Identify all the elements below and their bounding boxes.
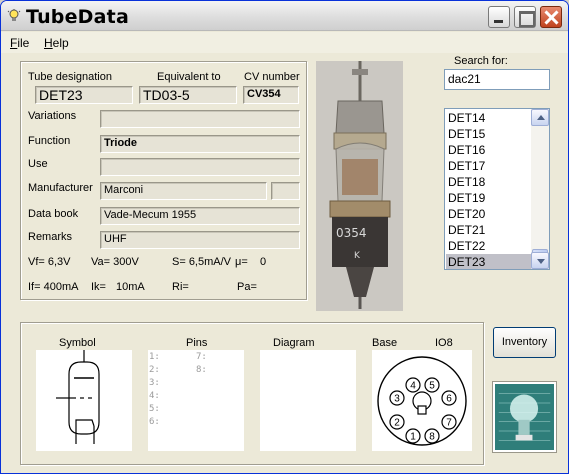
spec-pa: Pa= bbox=[237, 281, 257, 293]
lightbulb-icon bbox=[7, 9, 21, 21]
cv-number-field[interactable]: CV354 bbox=[243, 86, 299, 104]
spec-va: Va= 300V bbox=[91, 256, 139, 268]
variations-label: Variations bbox=[28, 110, 77, 122]
pin-label: 6: bbox=[149, 417, 160, 427]
spec-ik-value: 10mA bbox=[116, 281, 145, 293]
use-field[interactable] bbox=[100, 158, 300, 176]
symbol-label: Symbol bbox=[59, 337, 96, 349]
diagram-panel bbox=[260, 350, 356, 451]
list-item[interactable]: DET17 bbox=[446, 158, 532, 174]
tubedata-window: TubeData File Help Tube designation Equi… bbox=[0, 0, 569, 474]
base-label: Base bbox=[372, 337, 398, 349]
menu-bar: File Help bbox=[1, 32, 568, 53]
menu-help[interactable]: Help bbox=[44, 36, 69, 50]
diagram-label: Diagram bbox=[273, 337, 315, 349]
remarks-field[interactable]: UHF bbox=[100, 231, 300, 249]
menu-file[interactable]: File bbox=[10, 36, 29, 50]
minimize-button[interactable] bbox=[488, 6, 510, 28]
list-item[interactable]: DET15 bbox=[446, 126, 532, 142]
variations-field[interactable] bbox=[100, 110, 300, 128]
scroll-up-arrow-icon bbox=[537, 115, 545, 120]
scroll-up-button[interactable] bbox=[531, 109, 549, 126]
function-label: Function bbox=[28, 135, 71, 147]
close-button[interactable] bbox=[540, 6, 562, 28]
title-bar[interactable]: TubeData bbox=[1, 1, 568, 31]
list-item[interactable]: DET19 bbox=[446, 190, 532, 206]
databook-label: Data book bbox=[28, 208, 79, 220]
tube-designation-field[interactable]: DET23 bbox=[35, 86, 133, 104]
base-pin-number: 5 bbox=[429, 381, 435, 392]
list-item[interactable]: DET22 bbox=[446, 238, 532, 254]
pin-label: 1: bbox=[149, 352, 160, 362]
lower-group: Symbol Pins Diagram Base IO8 1: 2: 3: 4: 5: 6… bbox=[20, 322, 484, 465]
base-type-label: IO8 bbox=[435, 337, 453, 349]
list-item[interactable]: DET21 bbox=[446, 222, 532, 238]
inventory-button[interactable]: Inventory bbox=[493, 327, 556, 358]
base-pin-number: 2 bbox=[394, 418, 400, 429]
spec-s: S= 6,5mA/V bbox=[172, 256, 232, 268]
tube-photo-marking: 0354 bbox=[336, 226, 367, 240]
equivalent-field[interactable]: TD03-5 bbox=[139, 86, 237, 104]
app-logo bbox=[493, 382, 556, 452]
window-title: TubeData bbox=[26, 6, 129, 28]
tube-details-group: Tube designation Equivalent to CV number… bbox=[20, 61, 307, 300]
spec-mu-value: 0 bbox=[260, 256, 267, 268]
pin-label: 7: bbox=[196, 352, 207, 362]
use-label: Use bbox=[28, 158, 48, 170]
list-item[interactable]: DET14 bbox=[446, 110, 532, 126]
pins-label: Pins bbox=[186, 337, 208, 349]
scroll-down-arrow-icon bbox=[537, 259, 545, 264]
search-label: Search for: bbox=[454, 55, 508, 67]
list-item[interactable]: DET18 bbox=[446, 174, 532, 190]
symbol-panel bbox=[36, 350, 132, 451]
spec-if: If= 400mA bbox=[28, 281, 79, 293]
search-input[interactable]: dac21 bbox=[444, 69, 550, 90]
remarks-label: Remarks bbox=[28, 231, 73, 243]
base-pin-number: 8 bbox=[429, 432, 435, 443]
pin-label: 4: bbox=[149, 391, 160, 401]
pin-label: 5: bbox=[149, 404, 160, 414]
list-item[interactable]: DET23 bbox=[446, 254, 532, 269]
list-item[interactable]: DET16 bbox=[446, 142, 532, 158]
databook-field[interactable]: Vade-Mecum 1955 bbox=[100, 207, 300, 225]
manufacturer-extra-field[interactable] bbox=[271, 182, 300, 200]
base-pin-number: 6 bbox=[446, 394, 452, 405]
cv-number-label: CV number bbox=[244, 71, 300, 83]
function-field[interactable]: Triode bbox=[100, 135, 300, 153]
base-pin-number: 1 bbox=[410, 432, 416, 443]
pin-label: 2: bbox=[149, 365, 160, 375]
maximize-button[interactable] bbox=[514, 6, 536, 28]
spec-mu-label: μ= bbox=[235, 256, 248, 268]
pin-label: 3: bbox=[149, 378, 160, 388]
tube-listbox[interactable]: DET14 DET15 DET16 DET17 DET18 DET19 DET20 DET21… bbox=[444, 108, 550, 270]
equivalent-label: Equivalent to bbox=[157, 71, 221, 83]
list-item[interactable]: DET20 bbox=[446, 206, 532, 222]
spec-vf: Vf= 6,3V bbox=[28, 256, 71, 268]
base-panel: 12 34 56 78 bbox=[372, 350, 472, 451]
tube-designation-label: Tube designation bbox=[28, 71, 112, 83]
manufacturer-label: Manufacturer bbox=[28, 182, 93, 194]
spec-ri: Ri= bbox=[172, 281, 189, 293]
base-pin-number: 4 bbox=[410, 381, 416, 392]
listbox-scrollbar[interactable] bbox=[531, 109, 549, 269]
base-pin-number: 3 bbox=[394, 394, 400, 405]
pin-label: 8: bbox=[196, 365, 207, 375]
base-pin-number: 7 bbox=[446, 418, 452, 429]
manufacturer-field[interactable]: Marconi bbox=[100, 182, 267, 200]
client-area: Tube designation Equivalent to CV number… bbox=[1, 53, 568, 473]
scroll-down-button[interactable] bbox=[531, 252, 549, 269]
pins-panel: 1: 2: 3: 4: 5: 6: 7: 8: bbox=[148, 350, 244, 451]
tube-photo: 0354 K bbox=[316, 61, 403, 311]
spec-ik-label: Ik= bbox=[91, 281, 106, 293]
